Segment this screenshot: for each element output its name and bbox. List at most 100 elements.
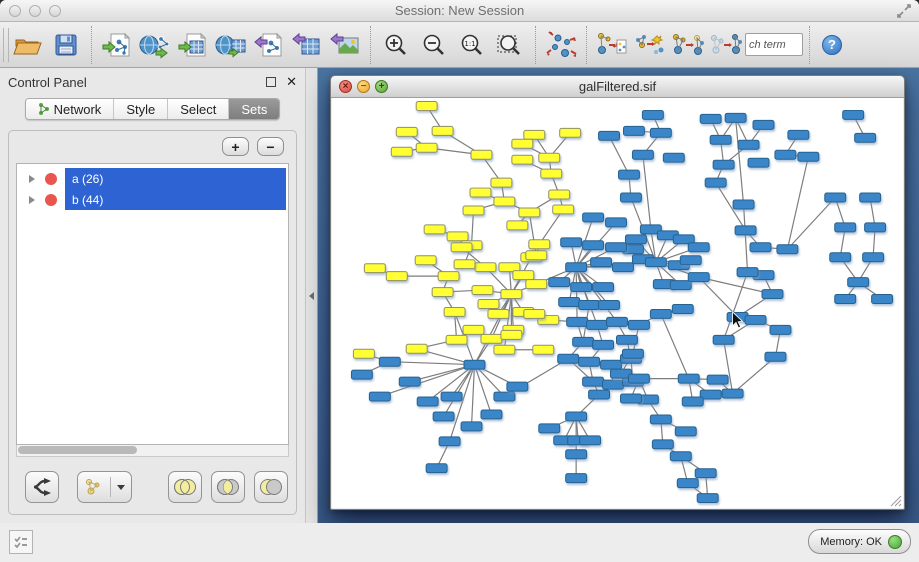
graph-node[interactable] bbox=[860, 193, 881, 202]
graph-node[interactable] bbox=[737, 268, 758, 277]
graph-node[interactable] bbox=[738, 140, 759, 149]
graph-node[interactable] bbox=[494, 197, 515, 206]
hide-selection-button[interactable] bbox=[631, 26, 669, 64]
graph-node[interactable] bbox=[519, 208, 540, 217]
graph-node[interactable] bbox=[566, 450, 587, 459]
graph-node[interactable] bbox=[549, 278, 570, 287]
graph-node[interactable] bbox=[625, 235, 646, 244]
graph-node[interactable] bbox=[617, 335, 638, 344]
graph-node[interactable] bbox=[830, 253, 851, 262]
graph-node[interactable] bbox=[863, 253, 884, 262]
import-network-file-button[interactable] bbox=[98, 26, 136, 64]
new-network-from-selection-button[interactable] bbox=[593, 26, 631, 64]
union-button[interactable] bbox=[168, 471, 202, 503]
graph-node[interactable] bbox=[745, 315, 766, 324]
graph-node[interactable] bbox=[579, 301, 600, 310]
graph-node[interactable] bbox=[432, 288, 453, 297]
graph-node[interactable] bbox=[399, 377, 420, 386]
graph-node[interactable] bbox=[558, 354, 579, 363]
graph-node[interactable] bbox=[589, 390, 610, 399]
graph-node[interactable] bbox=[697, 494, 718, 503]
graph-node[interactable] bbox=[688, 273, 709, 282]
graph-node[interactable] bbox=[628, 320, 649, 329]
graph-node[interactable] bbox=[351, 370, 372, 379]
graph-node[interactable] bbox=[632, 150, 653, 159]
graph-node[interactable] bbox=[529, 240, 550, 249]
import-table-url-button[interactable] bbox=[212, 26, 250, 64]
add-set-button[interactable]: + bbox=[222, 137, 249, 156]
graph-node[interactable] bbox=[606, 243, 627, 252]
disclosure-triangle-icon[interactable] bbox=[29, 175, 35, 183]
graph-node[interactable] bbox=[566, 412, 587, 421]
graph-node[interactable] bbox=[441, 392, 462, 401]
sets-list[interactable]: a (26) b (44) bbox=[16, 163, 289, 445]
graph-node[interactable] bbox=[494, 345, 515, 354]
graph-node[interactable] bbox=[695, 469, 716, 478]
graph-node[interactable] bbox=[872, 295, 893, 304]
graph-node[interactable] bbox=[678, 374, 699, 383]
graph-node[interactable] bbox=[677, 479, 698, 488]
select-first-neighbors-button[interactable] bbox=[669, 26, 707, 64]
list-item[interactable]: b (44) bbox=[17, 189, 288, 210]
graph-node[interactable] bbox=[593, 340, 614, 349]
graph-node[interactable] bbox=[825, 193, 846, 202]
fullscreen-icon[interactable] bbox=[897, 4, 911, 18]
graph-node[interactable] bbox=[848, 278, 869, 287]
graph-node[interactable] bbox=[541, 169, 562, 178]
difference-button[interactable] bbox=[254, 471, 288, 503]
graph-node[interactable] bbox=[526, 251, 547, 260]
export-image-button[interactable] bbox=[326, 26, 364, 64]
graph-node[interactable] bbox=[705, 178, 726, 187]
graph-node[interactable] bbox=[379, 357, 400, 366]
graph-node[interactable] bbox=[481, 410, 502, 419]
graph-node[interactable] bbox=[593, 283, 614, 292]
graph-node[interactable] bbox=[478, 300, 499, 309]
graph-node[interactable] bbox=[599, 131, 620, 140]
graph-node[interactable] bbox=[475, 263, 496, 272]
graph-node[interactable] bbox=[364, 264, 385, 273]
graph-node[interactable] bbox=[533, 345, 554, 354]
graph-node[interactable] bbox=[583, 377, 604, 386]
network-frame[interactable]: × − + galFiltered.sif bbox=[330, 75, 905, 510]
graph-node[interactable] bbox=[623, 126, 644, 135]
graph-node[interactable] bbox=[765, 352, 786, 361]
graph-node[interactable] bbox=[444, 307, 465, 316]
graph-node[interactable] bbox=[512, 139, 533, 148]
graph-node[interactable] bbox=[670, 452, 691, 461]
graph-node[interactable] bbox=[513, 271, 534, 280]
graph-node[interactable] bbox=[642, 110, 663, 119]
graph-node[interactable] bbox=[566, 263, 587, 272]
graph-node[interactable] bbox=[426, 464, 447, 473]
tab-select[interactable]: Select bbox=[168, 99, 229, 119]
graph-node[interactable] bbox=[507, 382, 528, 391]
graph-node[interactable] bbox=[472, 286, 493, 295]
dropdown-arrow-icon[interactable] bbox=[117, 485, 125, 490]
graph-node[interactable] bbox=[710, 135, 731, 144]
graph-node[interactable] bbox=[566, 474, 587, 483]
list-item[interactable]: a (26) bbox=[17, 168, 288, 189]
graph-node[interactable] bbox=[416, 101, 437, 110]
graph-node[interactable] bbox=[580, 436, 601, 445]
graph-node[interactable] bbox=[775, 150, 796, 159]
graph-node[interactable] bbox=[682, 397, 703, 406]
graph-node[interactable] bbox=[855, 133, 876, 142]
graph-node[interactable] bbox=[524, 309, 545, 318]
graph-node[interactable] bbox=[461, 422, 482, 431]
graph-node[interactable] bbox=[454, 260, 475, 269]
graph-node[interactable] bbox=[446, 335, 467, 344]
graph-node[interactable] bbox=[707, 375, 728, 384]
graph-node[interactable] bbox=[620, 193, 641, 202]
horizontal-scrollbar[interactable] bbox=[16, 445, 289, 457]
graph-node[interactable] bbox=[573, 337, 594, 346]
graph-node[interactable] bbox=[463, 206, 484, 215]
graph-node[interactable] bbox=[526, 280, 547, 289]
network-graph[interactable] bbox=[332, 98, 903, 508]
graph-node[interactable] bbox=[770, 325, 791, 334]
apply-layout-button[interactable] bbox=[542, 26, 580, 64]
graph-node[interactable] bbox=[424, 225, 445, 234]
remove-set-button[interactable]: − bbox=[257, 137, 284, 156]
collapse-panel-icon[interactable] bbox=[309, 292, 314, 300]
graph-node[interactable] bbox=[650, 128, 671, 137]
import-network-url-button[interactable] bbox=[136, 26, 174, 64]
show-all-button[interactable] bbox=[707, 26, 745, 64]
